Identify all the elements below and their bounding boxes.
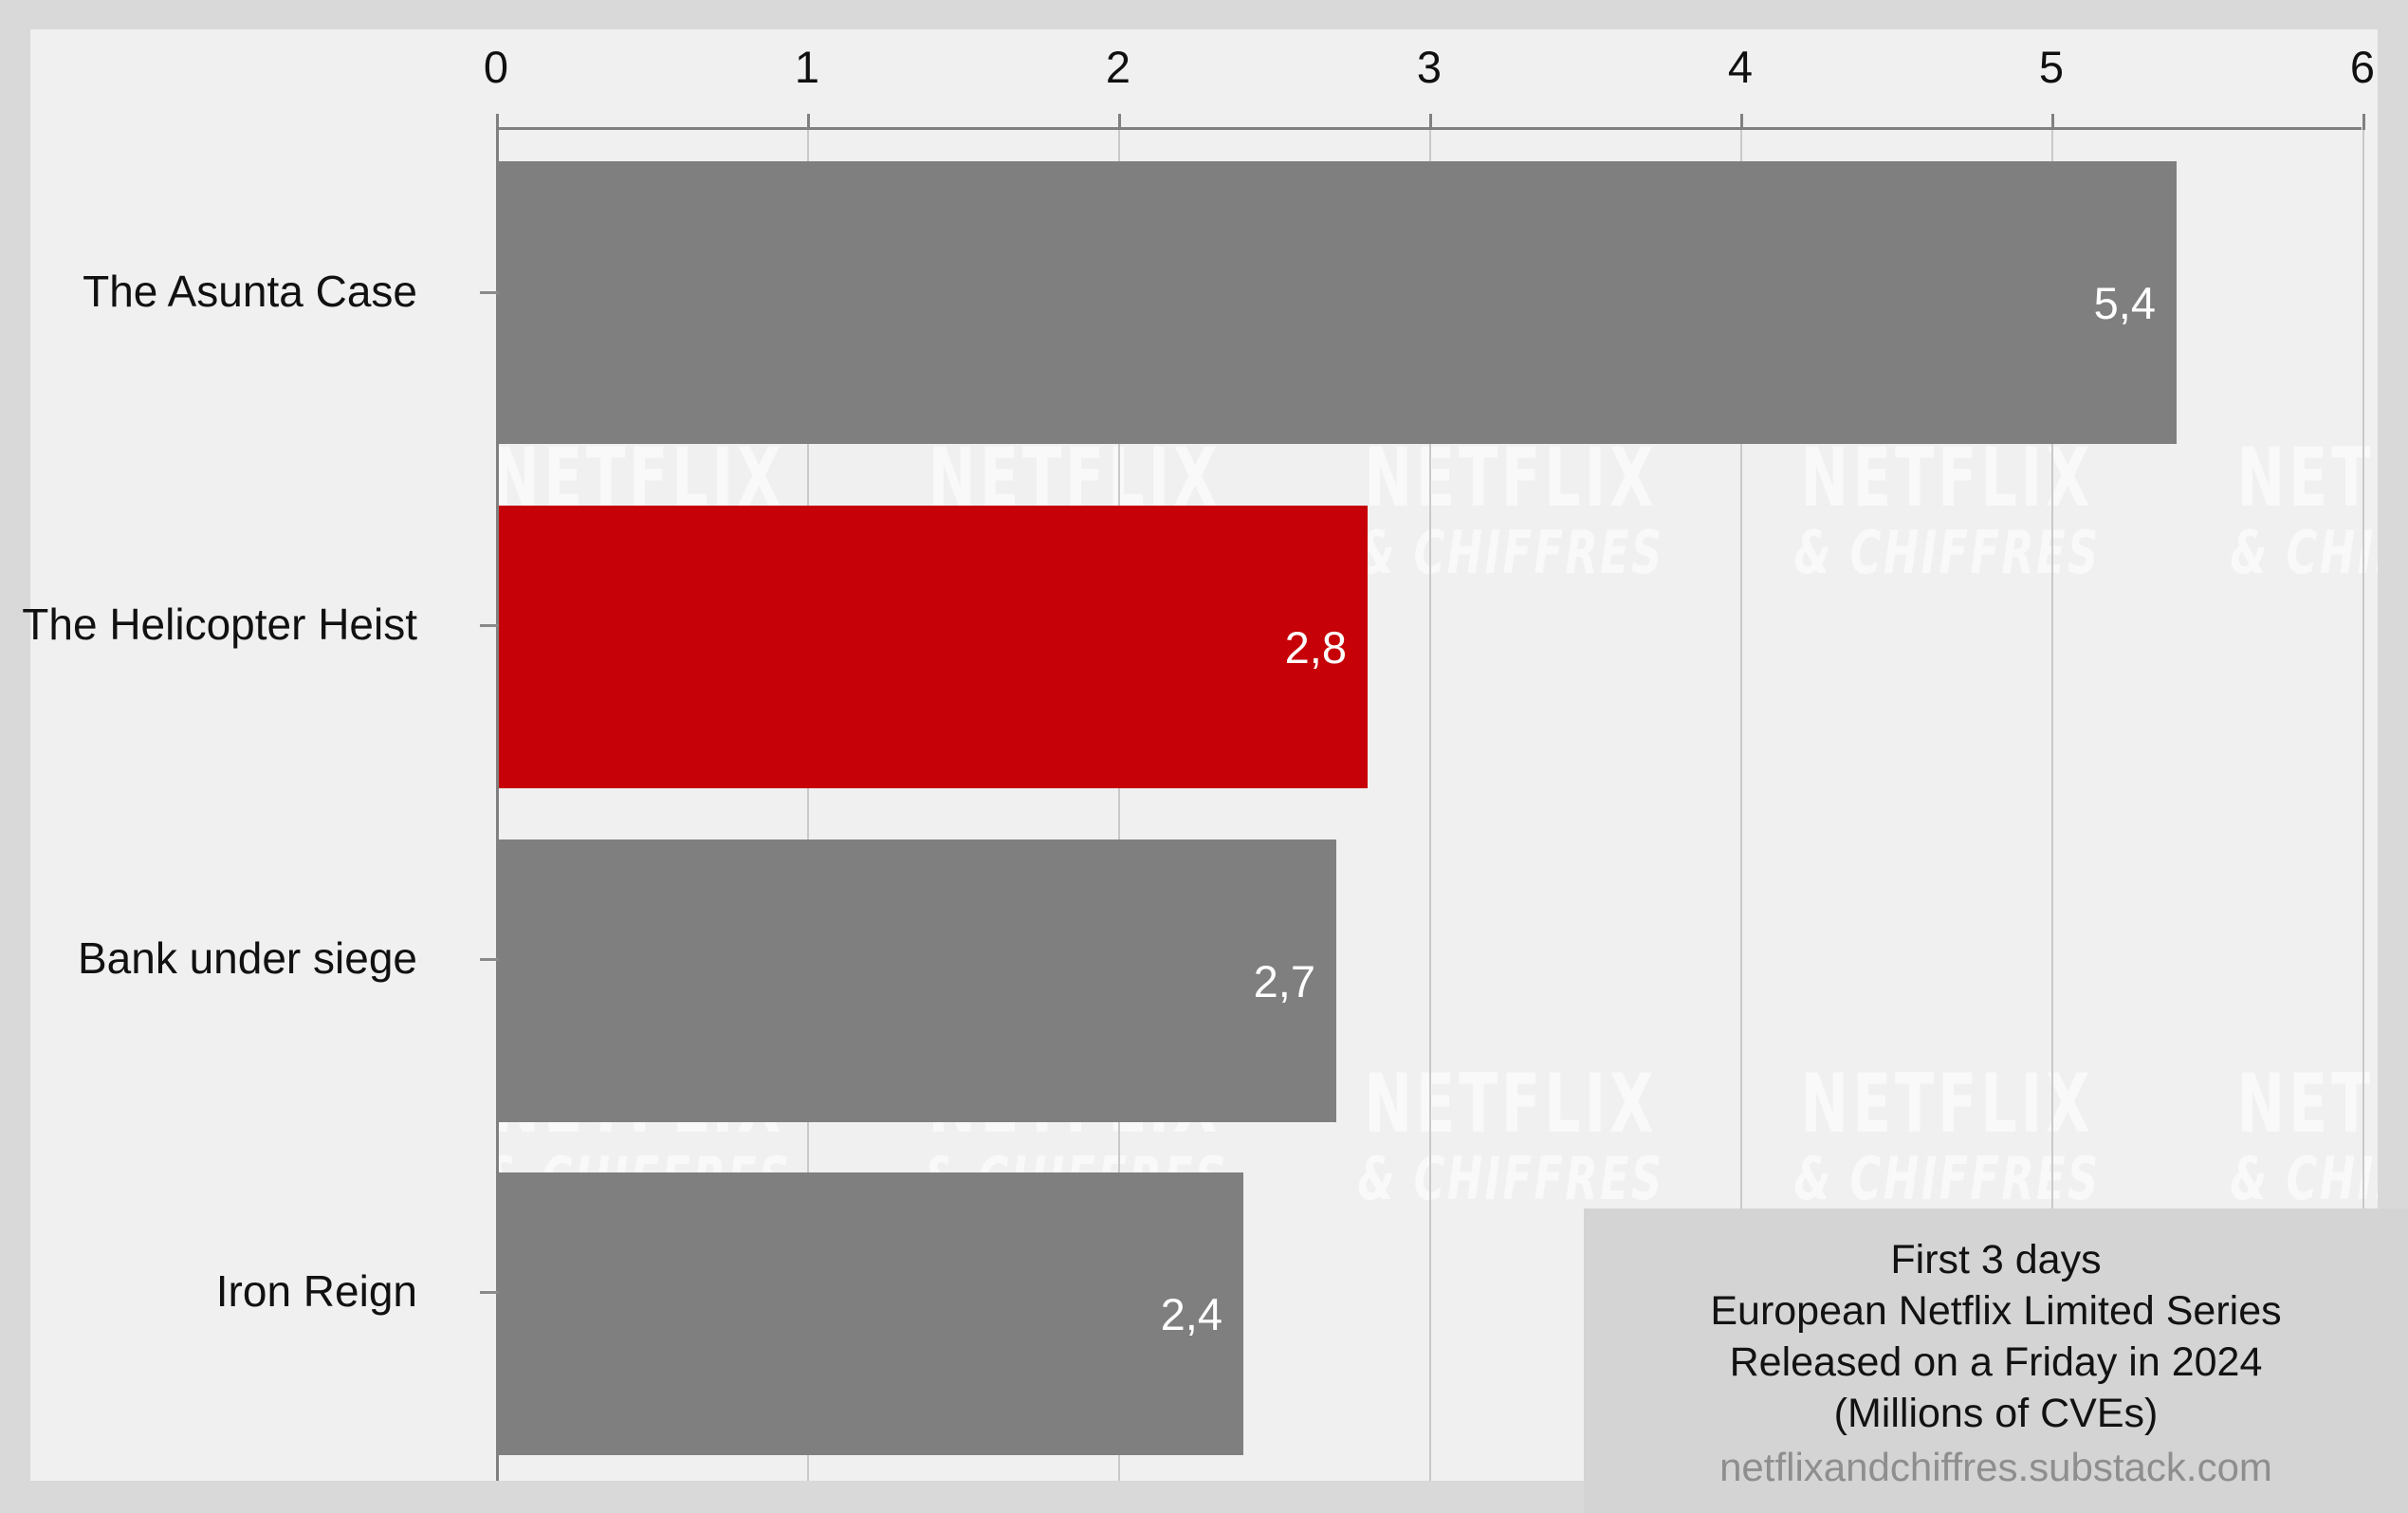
watermark-tile: NETFLIX & CHIFFRES bbox=[2118, 1057, 2378, 1213]
watermark-bottom-text: & CHIFFRES bbox=[2230, 1143, 2378, 1213]
xtick-mark-6 bbox=[2362, 114, 2365, 130]
xtick-label-3: 3 bbox=[1416, 42, 1443, 92]
watermark-bottom-text: & CHIFFRES bbox=[1793, 1143, 2101, 1213]
ytick-mark-0 bbox=[480, 291, 499, 294]
caption-line-1: First 3 days bbox=[1890, 1236, 2102, 1282]
y-axis-line bbox=[496, 127, 499, 1481]
bar-value-label: 2,8 bbox=[1284, 621, 1347, 673]
bar-bank-under-siege[interactable]: 2,7 bbox=[496, 840, 1336, 1122]
bar-value-label: 5,4 bbox=[2093, 277, 2156, 328]
watermark-top-text: NETFLIX bbox=[1800, 1057, 2094, 1152]
bar-value-label: 2,4 bbox=[1160, 1288, 1222, 1339]
caption-box: First 3 days European Netflix Limited Se… bbox=[1584, 1209, 2408, 1513]
caption-line-4: (Millions of CVEs) bbox=[1833, 1391, 2159, 1437]
xtick-label-6: 6 bbox=[2349, 42, 2376, 92]
ytick-label-bank-under-siege: Bank under siege bbox=[77, 933, 417, 983]
ytick-label-the-helicopter-heist: The Helicopter Heist bbox=[22, 600, 417, 649]
x-axis-line bbox=[496, 127, 2362, 130]
figure-panel: 0 1 2 3 4 5 6 The Asunta Case The Helico… bbox=[22, 29, 2408, 1513]
bar-the-asunta-case[interactable]: 5,4 bbox=[496, 161, 2177, 444]
watermark-tile: NETFLIX & CHIFFRES bbox=[1682, 431, 2213, 587]
xtick-label-4: 4 bbox=[1727, 42, 1754, 92]
watermark-bottom-text: & CHIFFRES bbox=[1357, 1143, 1664, 1213]
ytick-label-the-asunta-case: The Asunta Case bbox=[83, 267, 417, 316]
bar-iron-reign[interactable]: 2,4 bbox=[496, 1172, 1243, 1455]
ytick-mark-1 bbox=[480, 624, 499, 627]
bar-value-label: 2,7 bbox=[1253, 955, 1315, 1006]
ytick-mark-2 bbox=[480, 958, 499, 961]
watermark-top-text: NETFLIX bbox=[2236, 1057, 2378, 1152]
caption-line-3: Released on a Friday in 2024 bbox=[1729, 1339, 2263, 1386]
xtick-label-5: 5 bbox=[2038, 42, 2065, 92]
ytick-label-iron-reign: Iron Reign bbox=[215, 1266, 417, 1316]
xtick-label-2: 2 bbox=[1105, 42, 1131, 92]
watermark-tile: NETFLIX & CHIFFRES bbox=[1682, 1057, 2213, 1213]
watermark-top-text: NETFLIX bbox=[2236, 431, 2378, 526]
watermark-bottom-text: & CHIFFRES bbox=[2230, 517, 2378, 587]
bar-the-helicopter-heist[interactable]: 2,8 bbox=[496, 506, 1368, 788]
ytick-mark-3 bbox=[480, 1291, 499, 1294]
caption-source-link[interactable]: netflixandchiffres.substack.com bbox=[1719, 1443, 2272, 1493]
watermark-tile: NETFLIX & CHIFFRES bbox=[2118, 431, 2378, 587]
watermark-top-text: NETFLIX bbox=[1800, 431, 2094, 526]
watermark-bottom-text: & CHIFFRES bbox=[1793, 517, 2101, 587]
xtick-label-1: 1 bbox=[794, 42, 820, 92]
chart-canvas: 0 1 2 3 4 5 6 The Asunta Case The Helico… bbox=[0, 0, 2408, 1513]
xtick-label-0: 0 bbox=[483, 42, 509, 92]
caption-line-2: European Netflix Limited Series bbox=[1710, 1287, 2282, 1334]
watermark-top-text: NETFLIX bbox=[1364, 1057, 1658, 1152]
